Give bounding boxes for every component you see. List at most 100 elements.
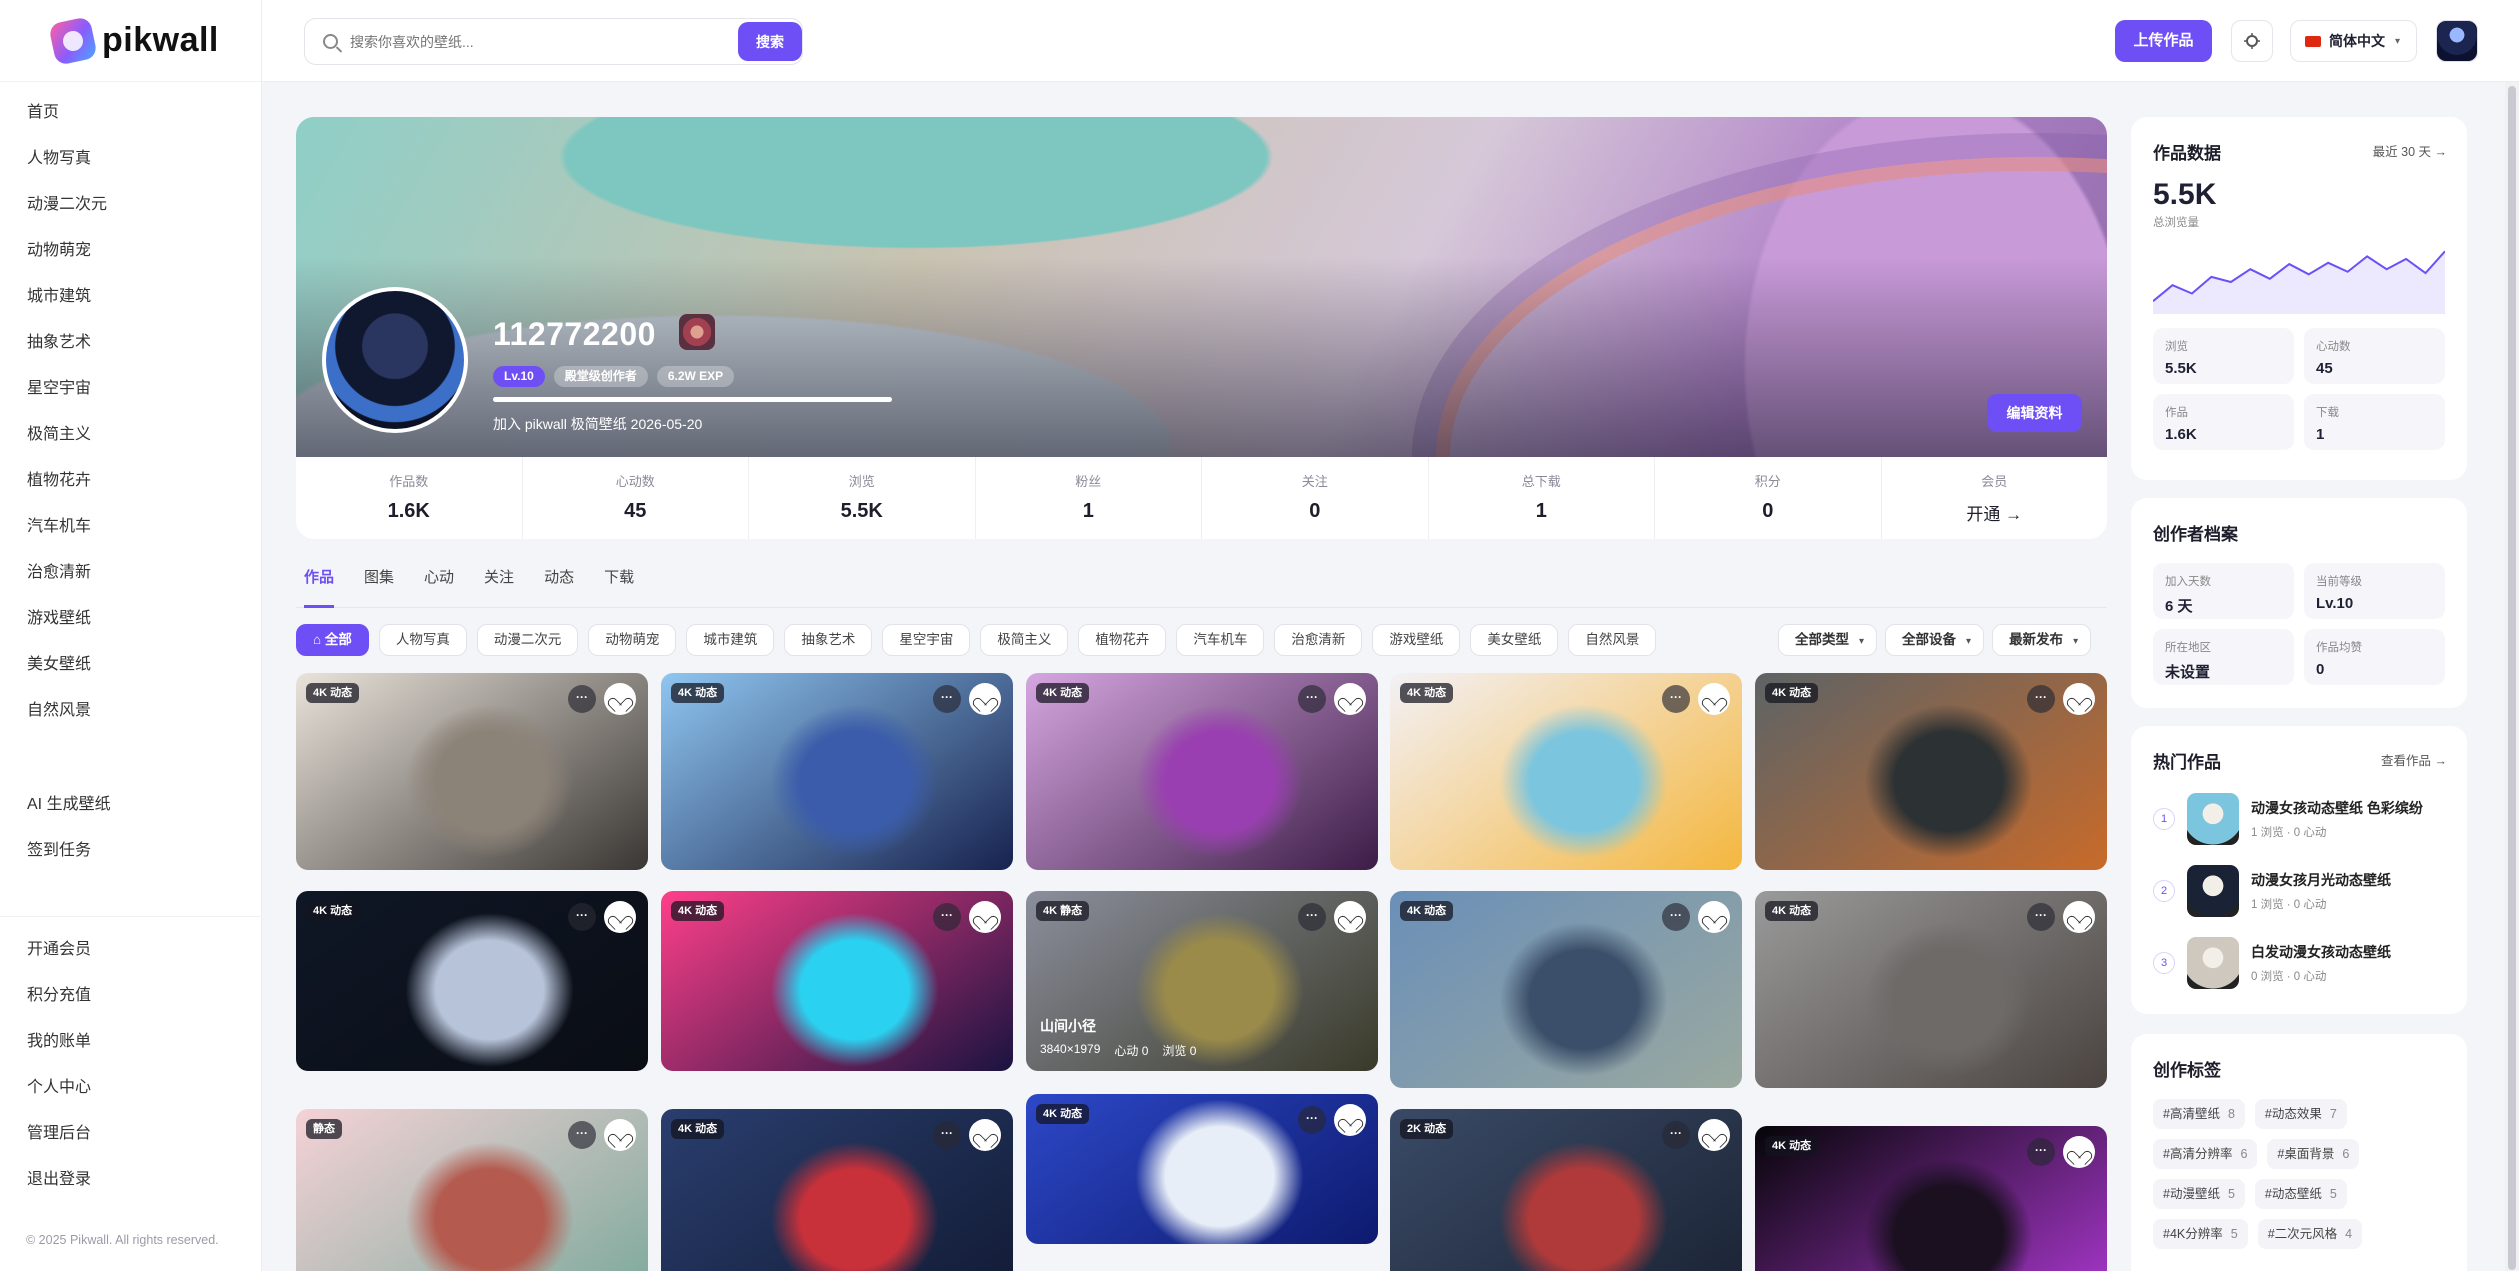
stat-value[interactable]: 开通 →: [1882, 500, 2108, 525]
like-button[interactable]: [1334, 1104, 1366, 1136]
sidebar-item[interactable]: 极简主义: [0, 412, 261, 458]
more-options-icon[interactable]: ···: [568, 685, 596, 713]
more-options-icon[interactable]: ···: [2027, 685, 2055, 713]
more-options-icon[interactable]: ···: [1662, 685, 1690, 713]
more-options-icon[interactable]: ···: [1662, 903, 1690, 931]
wallpaper-card[interactable]: 2K 动态 ···: [1390, 1109, 1742, 1271]
upload-button[interactable]: 上传作品: [2115, 20, 2212, 62]
wallpaper-card[interactable]: 4K 动态 ···: [296, 891, 648, 1071]
like-button[interactable]: [1334, 901, 1366, 933]
scrollbar-thumb[interactable]: [2508, 86, 2516, 1270]
more-options-icon[interactable]: ···: [1662, 1121, 1690, 1149]
language-select[interactable]: 简体中文 ▾: [2290, 20, 2417, 62]
category-chip[interactable]: 极简主义: [980, 624, 1069, 656]
profile-avatar[interactable]: [322, 287, 468, 433]
filter-select[interactable]: 全部设备 ▾: [1885, 624, 1985, 656]
category-chip[interactable]: 动物萌宠: [588, 624, 677, 656]
hot-work-item[interactable]: 2 动漫女孩月光动态壁纸 1 浏览 · 0 心动: [2153, 855, 2445, 927]
sidebar-item[interactable]: 首页: [0, 90, 261, 136]
sidebar-item[interactable]: 人物写真: [0, 136, 261, 182]
category-chip[interactable]: 自然风景: [1568, 624, 1657, 656]
filter-select[interactable]: 最新发布 ▾: [1992, 624, 2092, 656]
content-tab[interactable]: 动态: [544, 565, 574, 608]
sidebar-item[interactable]: 积分充值: [0, 973, 262, 1019]
content-tab[interactable]: 图集: [364, 565, 394, 608]
sidebar-item[interactable]: 签到任务: [0, 828, 261, 874]
sidebar-item[interactable]: 动漫二次元: [0, 182, 261, 228]
like-button[interactable]: [1334, 683, 1366, 715]
more-options-icon[interactable]: ···: [933, 685, 961, 713]
sidebar-item[interactable]: 星空宇宙: [0, 366, 261, 412]
user-avatar[interactable]: [2436, 20, 2478, 62]
hot-work-item[interactable]: 3 白发动漫女孩动态壁纸 0 浏览 · 0 心动: [2153, 927, 2445, 999]
creator-tag[interactable]: #动漫壁纸 5: [2153, 1179, 2245, 1209]
sidebar-item[interactable]: 个人中心: [0, 1065, 262, 1111]
stat-item[interactable]: 会员 开通 →: [1882, 457, 2108, 539]
like-button[interactable]: [604, 1119, 636, 1151]
more-options-icon[interactable]: ···: [1298, 903, 1326, 931]
wallpaper-card[interactable]: 4K 动态 ···: [661, 1109, 1013, 1271]
sidebar-item[interactable]: 动物萌宠: [0, 228, 261, 274]
theme-toggle-button[interactable]: [2231, 20, 2273, 62]
more-options-icon[interactable]: ···: [2027, 903, 2055, 931]
creator-tag[interactable]: #高清壁纸 8: [2153, 1099, 2245, 1129]
wallpaper-card[interactable]: 4K 动态 ···: [1390, 891, 1742, 1088]
content-tab[interactable]: 心动: [424, 565, 454, 608]
creator-tag[interactable]: #动态壁纸 5: [2254, 1179, 2347, 1209]
sidebar-item[interactable]: 城市建筑: [0, 274, 261, 320]
sidebar-item[interactable]: 退出登录: [0, 1157, 262, 1203]
sidebar-item[interactable]: 抽象艺术: [0, 320, 261, 366]
wallpaper-card[interactable]: 4K 静态 ··· 山间小径 3840×1979 心动 0 浏览 0: [1026, 891, 1378, 1071]
category-chip[interactable]: 汽车机车: [1176, 624, 1265, 656]
wallpaper-card[interactable]: 4K 动态 ···: [1390, 673, 1742, 870]
sidebar-item[interactable]: 汽车机车: [0, 504, 261, 550]
more-options-icon[interactable]: ···: [568, 903, 596, 931]
like-button[interactable]: [1698, 901, 1730, 933]
range-link[interactable]: 最近 30 天 →: [2373, 141, 2447, 160]
wallpaper-card[interactable]: 4K 动态 ···: [1026, 673, 1378, 870]
sidebar-item[interactable]: 开通会员: [0, 927, 262, 973]
like-button[interactable]: [1698, 1119, 1730, 1151]
creator-tag[interactable]: #二次元风格 4: [2257, 1219, 2363, 1249]
more-options-icon[interactable]: ···: [933, 1121, 961, 1149]
search-input[interactable]: [350, 33, 720, 50]
category-chip[interactable]: 星空宇宙: [882, 624, 971, 656]
more-options-icon[interactable]: ···: [568, 1121, 596, 1149]
like-button[interactable]: [604, 901, 636, 933]
wallpaper-card[interactable]: 静态 ···: [296, 1109, 648, 1271]
logo[interactable]: pikwall: [0, 0, 261, 82]
content-tab[interactable]: 作品: [304, 565, 335, 608]
wallpaper-card[interactable]: 4K 动态 ···: [1026, 1094, 1378, 1244]
search-button[interactable]: 搜索: [738, 22, 802, 61]
sidebar-item[interactable]: 植物花卉: [0, 458, 261, 504]
hot-work-thumbnail[interactable]: [2187, 793, 2239, 845]
wallpaper-card[interactable]: 4K 动态 ···: [296, 673, 648, 870]
like-button[interactable]: [969, 901, 1001, 933]
sidebar-item[interactable]: 我的账单: [0, 1019, 262, 1065]
creator-tag[interactable]: #动态效果 7: [2254, 1099, 2347, 1129]
content-tab[interactable]: 关注: [484, 565, 514, 608]
creator-tag[interactable]: #高清分辨率 6: [2153, 1139, 2258, 1169]
filter-select[interactable]: 全部类型 ▾: [1778, 624, 1878, 656]
sidebar-item[interactable]: AI 生成壁纸: [0, 782, 261, 828]
sidebar-item[interactable]: 管理后台: [0, 1111, 262, 1157]
category-chip[interactable]: ⌂ 全部: [296, 624, 369, 656]
wallpaper-card[interactable]: 4K 动态 ···: [661, 673, 1013, 870]
hot-work-item[interactable]: 1 动漫女孩动态壁纸 色彩缤纷 1 浏览 · 0 心动: [2153, 783, 2445, 855]
creator-tag[interactable]: #4K分辨率 5: [2153, 1219, 2248, 1249]
sidebar-item[interactable]: 美女壁纸: [0, 642, 261, 688]
more-options-icon[interactable]: ···: [933, 903, 961, 931]
wallpaper-card[interactable]: 4K 动态 ···: [1755, 1126, 2107, 1271]
category-chip[interactable]: 游戏壁纸: [1372, 624, 1461, 656]
like-button[interactable]: [2063, 901, 2095, 933]
edit-profile-button[interactable]: 编辑资料: [1987, 394, 2082, 432]
category-chip[interactable]: 治愈清新: [1274, 624, 1363, 656]
more-options-icon[interactable]: ···: [1298, 1106, 1326, 1134]
more-options-icon[interactable]: ···: [2027, 1138, 2055, 1166]
category-chip[interactable]: 城市建筑: [686, 624, 775, 656]
content-tab[interactable]: 下载: [604, 565, 634, 608]
wallpaper-card[interactable]: 4K 动态 ···: [1755, 891, 2107, 1088]
hot-work-thumbnail[interactable]: [2187, 865, 2239, 917]
like-button[interactable]: [969, 1119, 1001, 1151]
creator-tag[interactable]: #桌面背景 6: [2267, 1139, 2360, 1169]
